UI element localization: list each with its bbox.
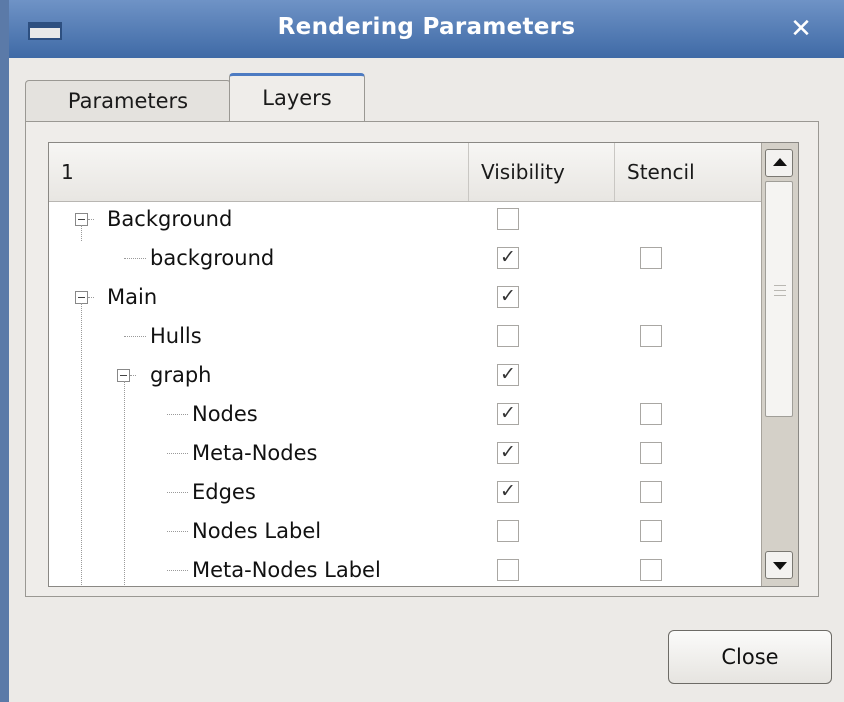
tree-row-label: Nodes Label [192, 519, 322, 543]
visibility-checkbox[interactable]: ✓ [497, 402, 519, 425]
window-frame [0, 0, 9, 702]
title-bar[interactable]: Rendering Parameters ✕ [9, 0, 844, 58]
tree-row-label: Main [107, 285, 158, 309]
close-button[interactable]: Close [668, 630, 832, 684]
tree-guide-line [124, 381, 125, 586]
tree-row-label: graph [150, 363, 212, 387]
visibility-checkbox[interactable]: ✓ [497, 285, 519, 308]
stencil-checkbox[interactable] [640, 481, 662, 503]
tree-row-label: Background [107, 207, 233, 231]
check-icon: ✓ [500, 246, 516, 268]
visibility-checkbox[interactable] [497, 520, 519, 542]
tab-parameters[interactable]: Parameters [25, 80, 231, 122]
grip-line [774, 295, 786, 296]
tree-row-label: Edges [192, 480, 256, 504]
tree-row-label: background [150, 246, 275, 270]
tree-guide-line [81, 225, 82, 241]
tree-row[interactable]: Nodes Label [49, 511, 761, 551]
tree-row[interactable]: Nodes ✓ [49, 394, 761, 434]
tree-row-label: Nodes [192, 402, 258, 426]
grip-line [774, 285, 786, 286]
close-icon[interactable]: ✕ [782, 13, 820, 45]
stencil-checkbox[interactable] [640, 247, 662, 269]
check-icon: ✓ [500, 285, 516, 307]
visibility-checkbox[interactable] [497, 208, 519, 230]
tree-row[interactable]: Main ✓ [49, 277, 761, 317]
column-header-name[interactable]: 1 [49, 143, 469, 201]
arrow-down-icon [773, 562, 787, 570]
tree-connector [124, 258, 146, 259]
vertical-scrollbar[interactable] [761, 143, 798, 586]
visibility-checkbox[interactable]: ✓ [497, 480, 519, 503]
scroll-up-button[interactable] [765, 149, 793, 177]
layers-tree-view[interactable]: 1 Visibility Stencil Background backgroun… [48, 142, 799, 587]
tab-layers-label: Layers [262, 86, 332, 110]
arrow-up-icon [773, 158, 787, 166]
check-icon: ✓ [500, 441, 516, 463]
tree-connector [167, 531, 188, 532]
scrollbar-thumb[interactable] [765, 181, 793, 417]
visibility-checkbox[interactable] [497, 325, 519, 347]
visibility-checkbox[interactable]: ✓ [497, 441, 519, 464]
stencil-checkbox[interactable] [640, 442, 662, 464]
tree-row-label: Meta-Nodes [192, 441, 318, 465]
tree-row-label: Meta-Nodes Label [192, 558, 381, 582]
stencil-checkbox[interactable] [640, 559, 662, 581]
tree-guide-line [81, 303, 82, 586]
tree-row[interactable]: Hulls [49, 316, 761, 356]
tree-connector [167, 492, 188, 493]
tree-row[interactable]: Meta-Nodes ✓ [49, 433, 761, 473]
tree-connector [167, 414, 188, 415]
visibility-checkbox[interactable] [497, 559, 519, 581]
tree-connector [88, 219, 94, 220]
stencil-checkbox[interactable] [640, 403, 662, 425]
tree-row-label: Hulls [150, 324, 202, 348]
visibility-checkbox[interactable]: ✓ [497, 246, 519, 269]
check-icon: ✓ [500, 363, 516, 385]
tree-row[interactable]: background ✓ [49, 238, 761, 278]
tree-connector [167, 453, 188, 454]
tab-parameters-label: Parameters [67, 89, 189, 113]
column-header-stencil[interactable]: Stencil [615, 143, 761, 201]
tree-connector [130, 375, 136, 376]
tree-row[interactable]: Background [49, 199, 761, 239]
stencil-checkbox[interactable] [640, 325, 662, 347]
tree-connector [124, 336, 146, 337]
tree-row[interactable]: Meta-Nodes Label [49, 550, 761, 586]
window-title: Rendering Parameters [277, 14, 576, 40]
check-icon: ✓ [500, 480, 516, 502]
stencil-checkbox[interactable] [640, 520, 662, 542]
scroll-down-button[interactable] [765, 551, 793, 579]
column-header-visibility[interactable]: Visibility [469, 143, 615, 201]
grip-line [774, 290, 786, 291]
visibility-checkbox[interactable]: ✓ [497, 363, 519, 386]
tree-row[interactable]: graph ✓ [49, 355, 761, 395]
tab-layers[interactable]: Layers [229, 73, 365, 121]
tree-connector [88, 297, 94, 298]
tree-header: 1 Visibility Stencil [49, 143, 761, 202]
tree-connector [167, 570, 188, 571]
check-icon: ✓ [500, 402, 516, 424]
tree-row[interactable]: Edges ✓ [49, 472, 761, 512]
